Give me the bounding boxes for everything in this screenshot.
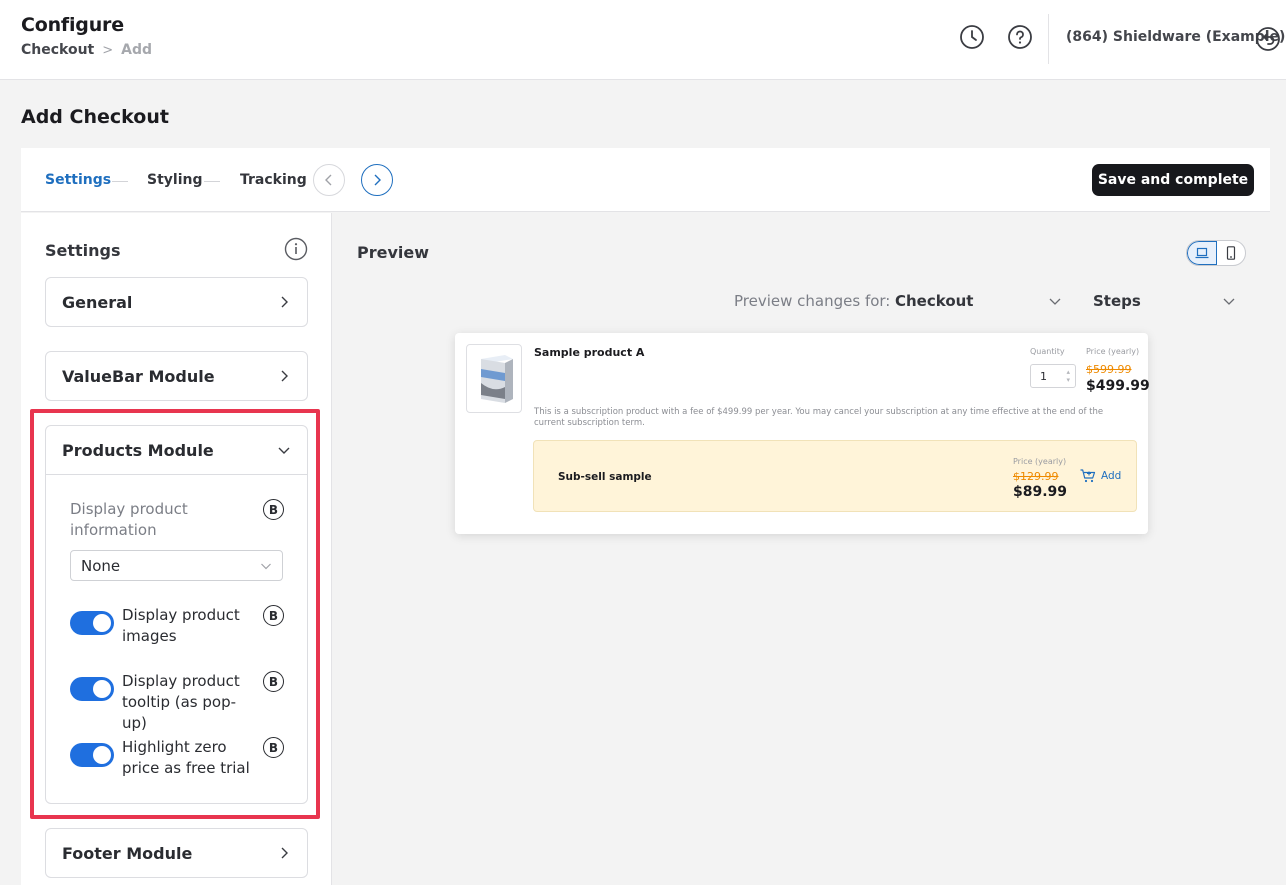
preview-target-select[interactable]: Checkout [895, 292, 973, 310]
product-description: This is a subscription product with a fe… [534, 407, 1104, 428]
previous-step-button[interactable] [313, 164, 345, 196]
products-module-label: Products Module [62, 440, 214, 460]
preview-changes-label: Preview changes for: [734, 292, 891, 310]
product-new-price: $499.99 [1086, 378, 1150, 394]
display-images-toggle[interactable] [70, 611, 114, 635]
desktop-view-button[interactable] [1187, 241, 1217, 265]
breadcrumb-checkout[interactable]: Checkout [21, 42, 94, 58]
footer-module[interactable]: Footer Module [45, 828, 308, 878]
breadcrumb-separator: > [102, 42, 114, 58]
subsell-name: Sub-sell sample [558, 471, 652, 483]
device-toggle [1186, 240, 1246, 266]
products-module-header[interactable]: Products Module [46, 426, 307, 474]
quantity-label: Quantity [1030, 347, 1065, 356]
product-old-price: $599.99 [1086, 363, 1132, 376]
subsell-box: Sub-sell sample Price (yearly) $129.99 $… [533, 440, 1137, 512]
cart-icon [1080, 469, 1096, 483]
subsell-price-label: Price (yearly) [1013, 457, 1067, 466]
b-badge-icon: B [263, 737, 284, 758]
step-divider [112, 181, 128, 182]
display-product-info-label: Display product information [70, 500, 188, 539]
chevron-down-icon[interactable] [1048, 294, 1062, 308]
select-value: None [81, 556, 121, 575]
price-label: Price (yearly) [1086, 347, 1140, 356]
products-module-body: Display product information B None Displ… [46, 474, 307, 803]
chevron-right-icon [281, 847, 288, 859]
chevron-down-icon [278, 447, 290, 454]
history-icon[interactable] [959, 24, 985, 50]
breadcrumb: Checkout > Add [21, 42, 152, 58]
settings-title: Settings [45, 241, 121, 260]
valuebar-module[interactable]: ValueBar Module [45, 351, 308, 401]
chevron-down-icon [261, 563, 271, 569]
top-bar: Configure Checkout > Add (864) Shieldwar… [0, 0, 1286, 80]
help-icon[interactable] [1007, 24, 1033, 50]
header-divider [1048, 14, 1049, 64]
highlight-free-trial-toggle[interactable] [70, 743, 114, 767]
b-badge-icon: B [263, 605, 284, 626]
app-title: Configure [21, 14, 124, 36]
chevron-right-icon [281, 370, 288, 382]
display-tooltip-toggle[interactable] [70, 677, 114, 701]
step-settings[interactable]: Settings [45, 172, 111, 188]
quantity-value: 1 [1040, 369, 1047, 383]
subsell-new-price: $89.99 [1013, 484, 1068, 500]
chevron-left-icon [325, 174, 332, 186]
general-module-label: General [62, 292, 133, 312]
valuebar-module-label: ValueBar Module [62, 366, 215, 386]
next-step-button[interactable] [361, 164, 393, 196]
products-module: Products Module Display product informat… [45, 425, 308, 804]
subsell-old-price: $129.99 [1013, 470, 1059, 483]
b-badge-icon: B [263, 499, 284, 520]
subsell-add-label: Add [1101, 470, 1122, 482]
display-images-label: Display product images [122, 606, 240, 645]
account-name[interactable]: (864) Shieldware (Example) [1066, 29, 1285, 45]
display-product-info-select[interactable]: None [70, 550, 283, 581]
stepper-arrows-icon[interactable]: ▴ ▾ [1066, 368, 1070, 384]
quantity-stepper[interactable]: 1 ▴ ▾ [1030, 364, 1076, 388]
mobile-view-button[interactable] [1217, 241, 1245, 265]
subsell-add-button[interactable]: Add [1080, 469, 1121, 483]
page-title: Add Checkout [21, 106, 169, 128]
checkout-preview-card: Sample product A Quantity Price (yearly)… [455, 333, 1150, 534]
highlight-free-trial-label: Highlight zero price as free trial [122, 738, 250, 777]
save-and-complete-button[interactable]: Save and complete [1092, 164, 1254, 196]
step-divider [204, 181, 220, 182]
chevron-down-icon[interactable] [1222, 294, 1236, 308]
chevron-right-icon [281, 296, 288, 308]
general-module[interactable]: General [45, 277, 308, 327]
info-icon[interactable] [284, 237, 308, 261]
preview-steps-select[interactable]: Steps [1093, 292, 1141, 310]
step-tracking[interactable]: Tracking [240, 172, 307, 188]
product-image [466, 344, 522, 413]
display-tooltip-label: Display product tooltip (as pop-up) [122, 672, 240, 732]
switch-account-icon[interactable] [1255, 26, 1281, 52]
product-name: Sample product A [534, 346, 645, 359]
b-badge-icon: B [263, 671, 284, 692]
mobile-icon [1226, 246, 1236, 260]
steps-bar: Settings Styling Tracking Save and compl… [21, 148, 1270, 212]
preview-title: Preview [357, 243, 430, 262]
footer-module-label: Footer Module [62, 843, 193, 863]
laptop-icon [1195, 247, 1209, 259]
settings-panel: Settings General ValueBar Module Product… [21, 213, 332, 885]
chevron-right-icon [374, 174, 381, 186]
step-styling[interactable]: Styling [147, 172, 203, 188]
breadcrumb-current: Add [121, 42, 153, 58]
